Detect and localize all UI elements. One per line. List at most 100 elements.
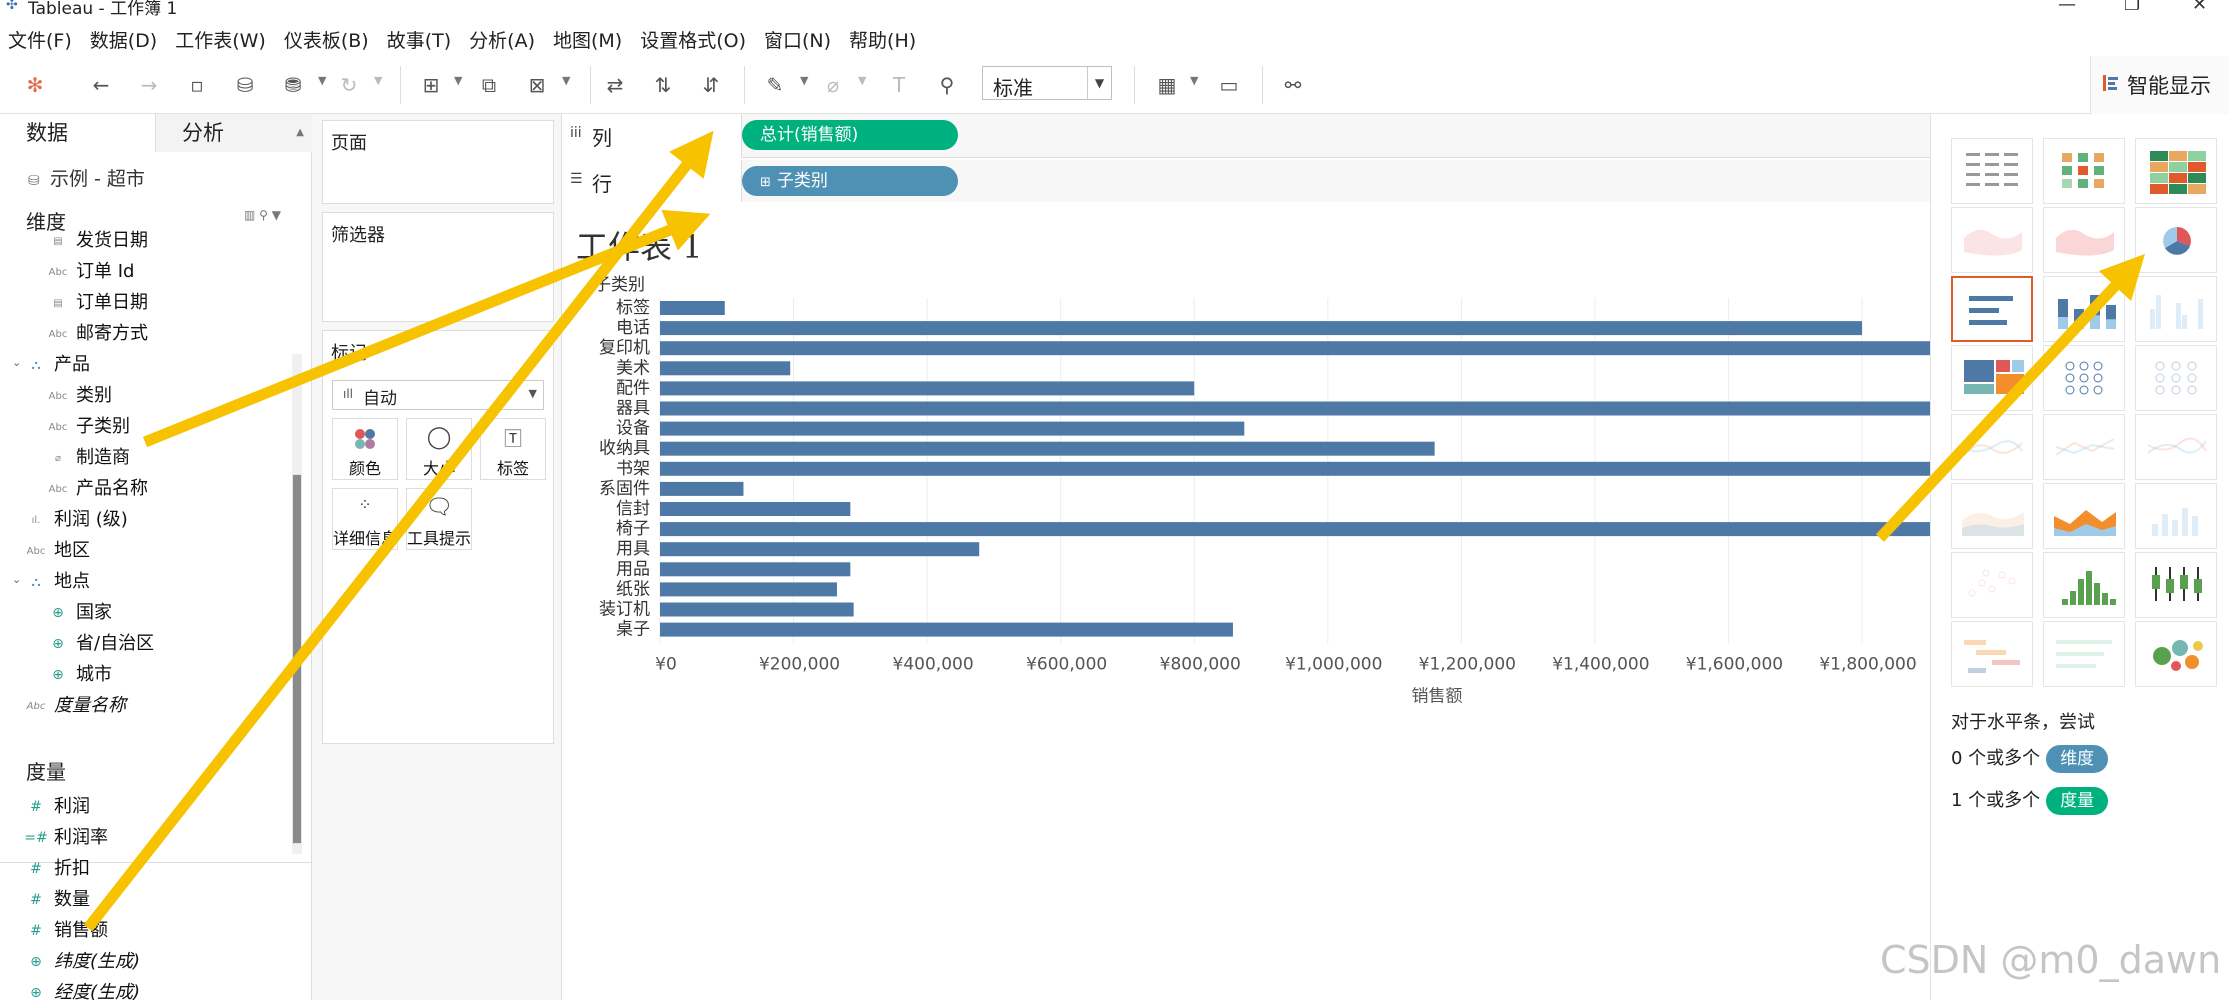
bar[interactable] (660, 421, 1245, 436)
chart-type-gantt-thumb[interactable] (1951, 621, 2033, 687)
bar[interactable] (660, 522, 1930, 537)
dimension-field[interactable]: ⌀ 制造商 (46, 443, 130, 469)
bar[interactable] (660, 381, 1195, 396)
highlight-icon[interactable]: ✎ (760, 70, 790, 100)
pages-card[interactable]: 页面 (322, 120, 554, 204)
group-caret-icon[interactable]: ▼ (858, 74, 866, 87)
minimize-icon[interactable]: — (2058, 0, 2076, 15)
datasource-item[interactable]: ⛁ 示例 - 超市 (28, 164, 145, 191)
dimension-field[interactable]: Abc 子类别 (46, 412, 130, 438)
bar[interactable] (660, 301, 725, 315)
chart-type-side-by-side-circle-thumb[interactable] (2135, 345, 2217, 411)
measure-field[interactable]: # 销售额 (24, 916, 108, 942)
menu-item-2[interactable]: 工作表(W) (175, 26, 266, 53)
dimension-field[interactable]: Abc 度量名称 (24, 691, 126, 717)
chart-type-scatter-plot-thumb[interactable] (1951, 552, 2033, 618)
size-button[interactable]: ◯ 大小 (406, 418, 472, 480)
dimension-field[interactable]: Abc 类别 (46, 381, 112, 407)
sort-ascending-icon[interactable]: ⇅ (648, 70, 678, 100)
measure-field[interactable]: # 利润 (24, 792, 90, 818)
undo-icon[interactable]: ← (86, 70, 116, 100)
chart-type-dual-combination-thumb[interactable] (2135, 483, 2217, 549)
dimension-field[interactable]: ⛬ 产品 (24, 350, 90, 376)
chart-type-area-discrete-thumb[interactable] (2043, 483, 2125, 549)
chart-type-box-whisker-thumb[interactable] (2135, 552, 2217, 618)
menu-item-0[interactable]: 文件(F) (8, 26, 72, 53)
dimensions-tools[interactable]: ▥ ⚲ ▼ (244, 208, 281, 222)
chart-type-line-continuous-thumb[interactable] (1951, 414, 2033, 480)
scrollbar-thumb[interactable] (292, 474, 302, 844)
chart-type-side-by-side-bar-thumb[interactable] (2135, 276, 2217, 342)
bar[interactable] (660, 481, 744, 496)
columns-shelf[interactable]: iii 列 总计(销售额) (562, 114, 1930, 158)
collapse-icon[interactable]: ⌄ (12, 356, 21, 369)
duplicate-sheet-icon[interactable]: ⧉ (474, 70, 504, 100)
dimension-field[interactable]: Abc 产品名称 (46, 474, 148, 500)
pause-update-icon[interactable]: ⛃ (278, 70, 308, 100)
dimension-field[interactable]: Abc 订单 Id (46, 257, 135, 283)
chart-type-histogram-thumb[interactable] (2043, 552, 2125, 618)
smart-show-button[interactable]: 智能显示 (2090, 56, 2229, 114)
bar[interactable] (660, 321, 1862, 336)
color-button[interactable]: 颜色 (332, 418, 398, 480)
dimension-field[interactable]: ⊕ 省/自治区 (46, 629, 154, 655)
rows-shelf[interactable]: ☰ 行 ⊞ 子类别 (562, 160, 1930, 204)
menu-item-3[interactable]: 仪表板(B) (284, 26, 369, 53)
bar[interactable] (660, 361, 791, 376)
chart-type-filled-map-thumb[interactable] (2043, 207, 2125, 273)
new-worksheet-icon[interactable]: ⊞ (416, 70, 446, 100)
dimensions-scrollbar[interactable] (292, 354, 302, 854)
refresh-caret-icon[interactable]: ▼ (374, 74, 382, 87)
sort-descending-icon[interactable]: ⇵ (696, 70, 726, 100)
show-cards-caret-icon[interactable]: ▼ (1190, 74, 1198, 87)
detail-button[interactable]: ⁘ 详细信息 (332, 488, 398, 550)
chart-type-area-continuous-thumb[interactable] (1951, 483, 2033, 549)
dimension-field[interactable]: Abc 地区 (24, 536, 90, 562)
measure-field[interactable]: # 数量 (24, 885, 90, 911)
dimension-field[interactable]: ▤ 订单日期 (46, 288, 148, 314)
chart-type-horizontal-bar-thumb[interactable] (1951, 276, 2033, 342)
menu-item-1[interactable]: 数据(D) (90, 26, 157, 53)
close-icon[interactable]: ✕ (2192, 0, 2207, 15)
chart-type-bullet-graph-thumb[interactable] (2043, 621, 2125, 687)
menu-item-7[interactable]: 设置格式(O) (640, 26, 746, 53)
measure-field[interactable]: ⊕ 纬度(生成) (24, 947, 140, 973)
collapse-icon[interactable]: ⌄ (12, 573, 21, 586)
menu-item-4[interactable]: 故事(T) (387, 26, 451, 53)
chevron-down-icon[interactable]: ▼ (529, 387, 537, 400)
bar[interactable] (660, 562, 851, 577)
save-icon[interactable]: ▫ (182, 70, 212, 100)
refresh-icon[interactable]: ↻ (334, 70, 364, 100)
dimension-field[interactable]: ⊕ 国家 (46, 598, 112, 624)
dimension-field[interactable]: ⊕ 城市 (46, 660, 112, 686)
measure-field[interactable]: # 折扣 (24, 854, 90, 880)
rows-pill-subcategory[interactable]: ⊞ 子类别 (742, 166, 958, 196)
chart-type-highlight-table-thumb[interactable] (2135, 138, 2217, 204)
swap-rows-columns-icon[interactable]: ⇄ (600, 70, 630, 100)
fix-axes-icon[interactable]: ⚲ (932, 70, 962, 100)
clear-sheet-icon[interactable]: ⊠ (522, 70, 552, 100)
share-icon[interactable]: ⚯ (1278, 70, 1308, 100)
highlight-caret-icon[interactable]: ▼ (800, 74, 808, 87)
show-mark-labels-icon[interactable]: T (884, 70, 914, 100)
chart-type-circle-view-thumb[interactable] (2043, 345, 2125, 411)
chart-type-pie-chart-thumb[interactable] (2135, 207, 2217, 273)
bar[interactable] (660, 341, 1930, 356)
dimension-field[interactable]: Abc 邮寄方式 (46, 319, 148, 345)
pause-update-caret-icon[interactable]: ▼ (318, 74, 326, 87)
bar[interactable] (660, 542, 980, 557)
menu-item-6[interactable]: 地图(M) (553, 26, 622, 53)
bar[interactable] (660, 461, 1930, 476)
dimension-field[interactable]: ⛬ 地点 (24, 567, 90, 593)
show-cards-icon[interactable]: ▦ (1152, 70, 1182, 100)
chevron-down-icon[interactable]: ▼ (1087, 67, 1111, 99)
bar[interactable] (660, 602, 854, 617)
expand-icon[interactable]: ⊞ (760, 168, 771, 198)
new-datasource-icon[interactable]: ⛁ (230, 70, 260, 100)
label-button[interactable]: 🅃 标签 (480, 418, 546, 480)
bar[interactable] (660, 401, 1930, 416)
chart-type-treemap-thumb[interactable] (1951, 345, 2033, 411)
menu-item-8[interactable]: 窗口(N) (764, 26, 831, 53)
chart-type-text-table-thumb[interactable] (1951, 138, 2033, 204)
group-members-icon[interactable]: ⌀ (818, 70, 848, 100)
